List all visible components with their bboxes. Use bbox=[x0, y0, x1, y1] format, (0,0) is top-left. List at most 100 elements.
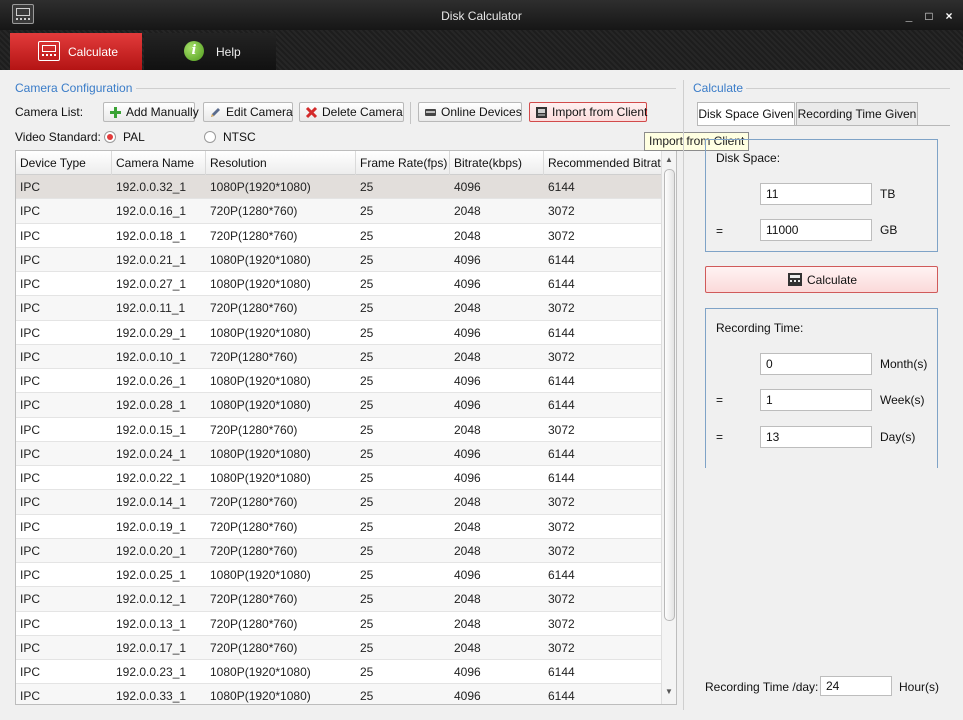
cell-bitrate: 2048 bbox=[454, 616, 481, 631]
table-row[interactable]: IPC 192.0.0.17_1 720P(1280*760) 25 2048 3072 bbox=[16, 635, 661, 660]
table-row[interactable]: IPC 192.0.0.32_1 1080P(1920*1080) 25 4096 614… bbox=[16, 175, 661, 200]
title-bar: Disk Calculator _ □ × bbox=[0, 0, 963, 30]
tab-calculate[interactable]: Calculate bbox=[10, 33, 142, 70]
cell-camera-name: 192.0.0.24_1 bbox=[116, 446, 187, 461]
table-row[interactable]: IPC 192.0.0.19_1 720P(1280*760) 25 2048 3072 bbox=[16, 515, 661, 539]
import-from-client-label: Import from Client bbox=[552, 105, 648, 119]
cell-device-type: IPC bbox=[20, 446, 41, 461]
table-row[interactable]: IPC 192.0.0.29_1 1080P(1920*1080) 25 4096 614… bbox=[16, 321, 661, 345]
table-row[interactable]: IPC 192.0.0.28_1 1080P(1920*1080) 25 4096 614… bbox=[16, 393, 661, 418]
cell-frame-rate: 25 bbox=[360, 204, 374, 219]
scrollbar-thumb[interactable] bbox=[664, 169, 675, 621]
tab-strip-line bbox=[697, 125, 950, 126]
tab-disk-space-given[interactable]: Disk Space Given bbox=[697, 102, 795, 126]
table-row[interactable]: IPC 192.0.0.33_1 1080P(1920*1080) 25 4096 614… bbox=[16, 684, 661, 704]
table-row[interactable]: IPC 192.0.0.23_1 1080P(1920*1080) 25 4096 614… bbox=[16, 660, 661, 685]
table-row[interactable]: IPC 192.0.0.27_1 1080P(1920*1080) 25 4096 614… bbox=[16, 272, 661, 297]
cell-frame-rate: 25 bbox=[360, 228, 374, 243]
add-manually-button[interactable]: Add Manually bbox=[103, 102, 199, 122]
tab-help[interactable]: i Help bbox=[144, 33, 276, 70]
cell-bitrate: 2048 bbox=[454, 592, 481, 607]
tab-calculate-label: Calculate bbox=[68, 45, 119, 59]
cell-camera-name: 192.0.0.21_1 bbox=[116, 252, 187, 267]
ntsc-radio[interactable] bbox=[204, 131, 216, 143]
table-row[interactable]: IPC 192.0.0.14_1 720P(1280*760) 25 2048 3072 bbox=[16, 490, 661, 515]
table-row[interactable]: IPC 192.0.0.11_1 720P(1280*760) 25 2048 3072 bbox=[16, 296, 661, 321]
cell-device-type: IPC bbox=[20, 471, 41, 485]
close-button[interactable]: × bbox=[941, 9, 957, 23]
calculate-group-title: Calculate bbox=[693, 81, 744, 95]
table-row[interactable]: IPC 192.0.0.21_1 1080P(1920*1080) 25 4096 614… bbox=[16, 247, 661, 272]
column-header-resolution[interactable]: Resolution bbox=[206, 151, 356, 175]
delete-camera-button[interactable]: Delete Camera bbox=[299, 102, 404, 122]
tab-recording-time-given[interactable]: Recording Time Given bbox=[796, 102, 918, 126]
cell-resolution: 1080P(1920*1080) bbox=[210, 374, 311, 388]
info-icon: i bbox=[184, 41, 204, 61]
column-header-device-type[interactable]: Device Type bbox=[16, 151, 112, 175]
table-row[interactable]: IPC 192.0.0.26_1 1080P(1920*1080) 25 4096 614… bbox=[16, 369, 661, 394]
disk-space-tb-input[interactable]: 11 bbox=[760, 183, 872, 205]
pal-label: PAL bbox=[123, 130, 145, 144]
online-devices-button[interactable]: Online Devices bbox=[418, 102, 522, 122]
table-row[interactable]: IPC 192.0.0.13_1 720P(1280*760) 25 2048 3072 bbox=[16, 612, 661, 636]
cell-resolution: 1080P(1920*1080) bbox=[210, 180, 311, 194]
table-row[interactable]: IPC 192.0.0.24_1 1080P(1920*1080) 25 4096 614… bbox=[16, 441, 661, 466]
cell-resolution: 720P(1280*760) bbox=[210, 204, 298, 219]
table-row[interactable]: IPC 192.0.0.22_1 1080P(1920*1080) 25 4096 614… bbox=[16, 466, 661, 491]
cell-recommended-bitrate: 6144 bbox=[548, 374, 575, 388]
column-header-camera-name[interactable]: Camera Name bbox=[112, 151, 206, 175]
weeks-input[interactable]: 1 bbox=[760, 389, 872, 411]
cell-device-type: IPC bbox=[20, 689, 41, 704]
pal-radio[interactable] bbox=[104, 131, 116, 143]
cell-bitrate: 2048 bbox=[454, 519, 481, 534]
cell-resolution: 720P(1280*760) bbox=[210, 519, 298, 534]
days-input[interactable]: 13 bbox=[760, 426, 872, 448]
add-manually-label: Add Manually bbox=[126, 105, 199, 119]
cell-camera-name: 192.0.0.33_1 bbox=[116, 689, 187, 704]
table-vertical-scrollbar[interactable]: ▲ ▼ bbox=[661, 151, 676, 704]
cell-device-type: IPC bbox=[20, 277, 41, 291]
table-row[interactable]: IPC 192.0.0.15_1 720P(1280*760) 25 2048 3072 bbox=[16, 418, 661, 442]
import-from-client-button[interactable]: Import from Client bbox=[529, 102, 647, 122]
table-row[interactable]: IPC 192.0.0.10_1 720P(1280*760) 25 2048 3072 bbox=[16, 344, 661, 369]
cell-camera-name: 192.0.0.22_1 bbox=[116, 471, 187, 485]
cell-resolution: 720P(1280*760) bbox=[210, 543, 298, 558]
cell-bitrate: 2048 bbox=[454, 640, 481, 655]
weeks-equals: = bbox=[716, 393, 724, 407]
recording-time-per-day-input[interactable]: 24 bbox=[820, 676, 892, 696]
table-row[interactable]: IPC 192.0.0.16_1 720P(1280*760) 25 2048 3072 bbox=[16, 199, 661, 224]
cell-resolution: 1080P(1920*1080) bbox=[210, 398, 311, 413]
table-row[interactable]: IPC 192.0.0.25_1 1080P(1920*1080) 25 4096 614… bbox=[16, 563, 661, 588]
edit-camera-button[interactable]: Edit Camera bbox=[203, 102, 293, 122]
table-row[interactable]: IPC 192.0.0.18_1 720P(1280*760) 25 2048 3072 bbox=[16, 224, 661, 248]
gb-unit-label: GB bbox=[880, 223, 898, 237]
cell-recommended-bitrate: 6144 bbox=[548, 277, 575, 291]
cell-frame-rate: 25 bbox=[360, 349, 374, 364]
column-header-recommended-bitrate[interactable]: Recommended Bitrat bbox=[544, 151, 661, 175]
panel-separator bbox=[683, 80, 684, 710]
table-row[interactable]: IPC 192.0.0.20_1 720P(1280*760) 25 2048 3072 bbox=[16, 538, 661, 563]
column-header-frame-rate[interactable]: Frame Rate(fps) bbox=[356, 151, 450, 175]
cell-device-type: IPC bbox=[20, 640, 41, 655]
cell-bitrate: 4096 bbox=[454, 689, 481, 704]
cell-device-type: IPC bbox=[20, 495, 41, 510]
table-body: IPC 192.0.0.32_1 1080P(1920*1080) 25 4096 614… bbox=[16, 175, 661, 704]
cell-device-type: IPC bbox=[20, 252, 41, 267]
disk-space-gb-input[interactable]: 11000 bbox=[760, 219, 872, 241]
cell-camera-name: 192.0.0.13_1 bbox=[116, 616, 187, 631]
video-standard-label: Video Standard: bbox=[15, 130, 101, 144]
months-input[interactable]: 0 bbox=[760, 353, 872, 375]
cell-bitrate: 2048 bbox=[454, 422, 481, 437]
cell-camera-name: 192.0.0.12_1 bbox=[116, 592, 187, 607]
column-header-bitrate[interactable]: Bitrate(kbps) bbox=[450, 151, 544, 175]
table-row[interactable]: IPC 192.0.0.12_1 720P(1280*760) 25 2048 3072 bbox=[16, 587, 661, 612]
cell-frame-rate: 25 bbox=[360, 422, 374, 437]
cell-bitrate: 4096 bbox=[454, 568, 481, 582]
scroll-down-arrow-icon[interactable]: ▼ bbox=[665, 687, 673, 696]
maximize-button[interactable]: □ bbox=[921, 9, 937, 23]
cell-camera-name: 192.0.0.27_1 bbox=[116, 277, 187, 291]
scroll-up-arrow-icon[interactable]: ▲ bbox=[665, 155, 673, 164]
minimize-button[interactable]: _ bbox=[901, 9, 917, 23]
delete-camera-label: Delete Camera bbox=[322, 105, 403, 119]
calculate-button[interactable]: Calculate bbox=[705, 266, 938, 293]
